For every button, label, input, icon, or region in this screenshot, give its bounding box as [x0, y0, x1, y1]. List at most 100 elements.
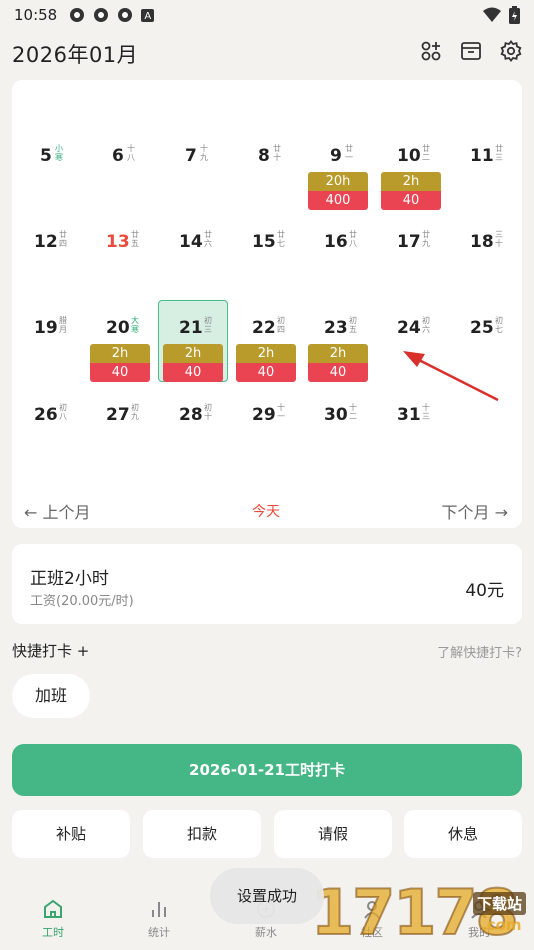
- toast-message: 设置成功: [210, 868, 324, 924]
- nav-label: 统计: [148, 926, 170, 939]
- status-time: 10:58: [14, 6, 58, 24]
- lunar-date: 廿五: [131, 230, 139, 248]
- nav-label: 薪水: [255, 926, 277, 939]
- pay-badge: 400: [308, 191, 368, 210]
- calendar-day[interactable]: 13 廿五: [84, 230, 156, 312]
- lunar-date: 十一: [277, 403, 285, 421]
- rest-button[interactable]: 休息: [404, 810, 522, 858]
- calendar-day[interactable]: 7 十九: [157, 144, 229, 226]
- quick-punch-add[interactable]: 快捷打卡 +: [12, 640, 89, 661]
- calendar-day[interactable]: 31 十三: [375, 403, 447, 485]
- calendar-day[interactable]: 9 廿一 20h 400: [302, 144, 374, 226]
- hours-badge: 20h: [308, 172, 368, 191]
- day-number: 30: [324, 405, 348, 425]
- calendar-day[interactable]: 19 腊月: [12, 316, 84, 398]
- day-number: 8: [258, 146, 270, 166]
- shift-title: 正班2小时: [30, 569, 109, 589]
- day-summary-card[interactable]: 正班2小时 工资(20.00元/时) 40元: [12, 544, 522, 624]
- calendar-day[interactable]: 17 廿九: [375, 230, 447, 312]
- site-watermark: 17178 下载站 .com: [305, 860, 534, 950]
- calendar-day[interactable]: 29 十一: [230, 403, 302, 485]
- notification-icon: [118, 8, 133, 22]
- quick-punch-help-link[interactable]: 了解快捷打卡?: [437, 642, 522, 661]
- nav-tab-stats[interactable]: 统计: [124, 898, 194, 948]
- day-number: 24: [397, 318, 421, 338]
- lunar-date: 十三: [422, 403, 430, 421]
- notification-icon: [94, 8, 109, 22]
- notification-icon: [70, 8, 85, 22]
- calendar-day[interactable]: 18 三十: [448, 230, 520, 312]
- lunar-date: 初四: [277, 316, 285, 334]
- today-button[interactable]: 今天: [252, 501, 280, 521]
- calendar-day[interactable]: 26 初八: [12, 403, 84, 485]
- calendar-day[interactable]: 28 初十: [157, 403, 229, 485]
- home-icon: [44, 899, 62, 918]
- nav-tab-hours[interactable]: 工时: [18, 898, 88, 948]
- day-number: 9: [330, 146, 342, 166]
- day-number: 31: [397, 405, 421, 425]
- calendar-day[interactable]: 21 初三 2h 40: [157, 300, 229, 398]
- lunar-date: 廿四: [59, 230, 67, 248]
- calendar-day[interactable]: 30 十二: [302, 403, 374, 485]
- day-number: 16: [324, 232, 348, 252]
- day-number: 28: [179, 405, 203, 425]
- lunar-date: 初十: [204, 403, 212, 421]
- day-number: 7: [185, 146, 197, 166]
- lunar-date: 三十: [495, 230, 503, 248]
- hours-badge: 2h: [236, 344, 296, 363]
- calendar-day[interactable]: 20 大寒 2h 40: [84, 316, 156, 398]
- lunar-date: 廿二: [422, 144, 430, 162]
- day-number: 5: [40, 146, 52, 166]
- lunar-date: 廿三: [495, 144, 503, 162]
- nav-label: 工时: [42, 926, 64, 939]
- allowance-button[interactable]: 补贴: [12, 810, 130, 858]
- day-number: 26: [34, 405, 58, 425]
- day-number: 29: [252, 405, 276, 425]
- calendar-day[interactable]: 8 廿十: [230, 144, 302, 226]
- day-number: 6: [112, 146, 124, 166]
- day-number: 19: [34, 318, 58, 338]
- day-number: 27: [106, 405, 130, 425]
- day-number: 23: [324, 318, 348, 338]
- day-number: 18: [470, 232, 494, 252]
- calendar-day[interactable]: 5 小寒: [12, 144, 84, 226]
- next-month-button[interactable]: 下个月 →: [442, 499, 509, 523]
- lunar-date: 十二: [349, 403, 357, 421]
- wage-rate: 工资(20.00元/时): [30, 594, 134, 609]
- calendar-day[interactable]: 12 廿四: [12, 230, 84, 312]
- calendar-day[interactable]: 23 初五 2h 40: [302, 316, 374, 398]
- hours-badge: 2h: [90, 344, 150, 363]
- archive-box-icon[interactable]: [460, 40, 482, 62]
- lunar-date: 十八: [127, 144, 135, 162]
- calendar-day[interactable]: 27 初九: [84, 403, 156, 485]
- punch-in-button[interactable]: 2026-01-21工时打卡: [12, 744, 522, 796]
- lunar-date: 初八: [59, 403, 67, 421]
- overtime-chip[interactable]: 加班: [12, 674, 90, 718]
- pay-badge: 40: [308, 363, 368, 382]
- day-number: 25: [470, 318, 494, 338]
- deduction-button[interactable]: 扣款: [143, 810, 261, 858]
- lunar-date: 初六: [422, 316, 430, 334]
- pay-badge: 40: [163, 363, 223, 382]
- calendar-day[interactable]: 10 廿二 2h 40: [375, 144, 447, 226]
- lunar-date: 初九: [131, 403, 139, 421]
- lunar-date: 十九: [200, 144, 208, 162]
- apps-add-icon[interactable]: [420, 40, 442, 62]
- calendar-day[interactable]: 15 廿七: [230, 230, 302, 312]
- day-number: 10: [397, 146, 421, 166]
- calendar-day[interactable]: 11 廿三: [448, 144, 520, 226]
- calendar-day[interactable]: 22 初四 2h 40: [230, 316, 302, 398]
- calendar-day[interactable]: 6 十八: [84, 144, 156, 226]
- lunar-date: 廿七: [277, 230, 285, 248]
- app-header: 2026年01月: [0, 34, 534, 74]
- leave-button[interactable]: 请假: [274, 810, 392, 858]
- prev-month-button[interactable]: ← 上个月: [24, 499, 91, 523]
- month-title[interactable]: 2026年01月: [12, 39, 138, 69]
- day-number: 21: [179, 318, 203, 338]
- status-right: [483, 6, 520, 24]
- settings-gear-icon[interactable]: [500, 40, 522, 62]
- lunar-date: 廿一: [345, 144, 353, 162]
- calendar-day[interactable]: 16 廿八: [302, 230, 374, 312]
- letter-badge-icon: A: [141, 8, 155, 22]
- day-earnings: 40元: [465, 581, 504, 601]
